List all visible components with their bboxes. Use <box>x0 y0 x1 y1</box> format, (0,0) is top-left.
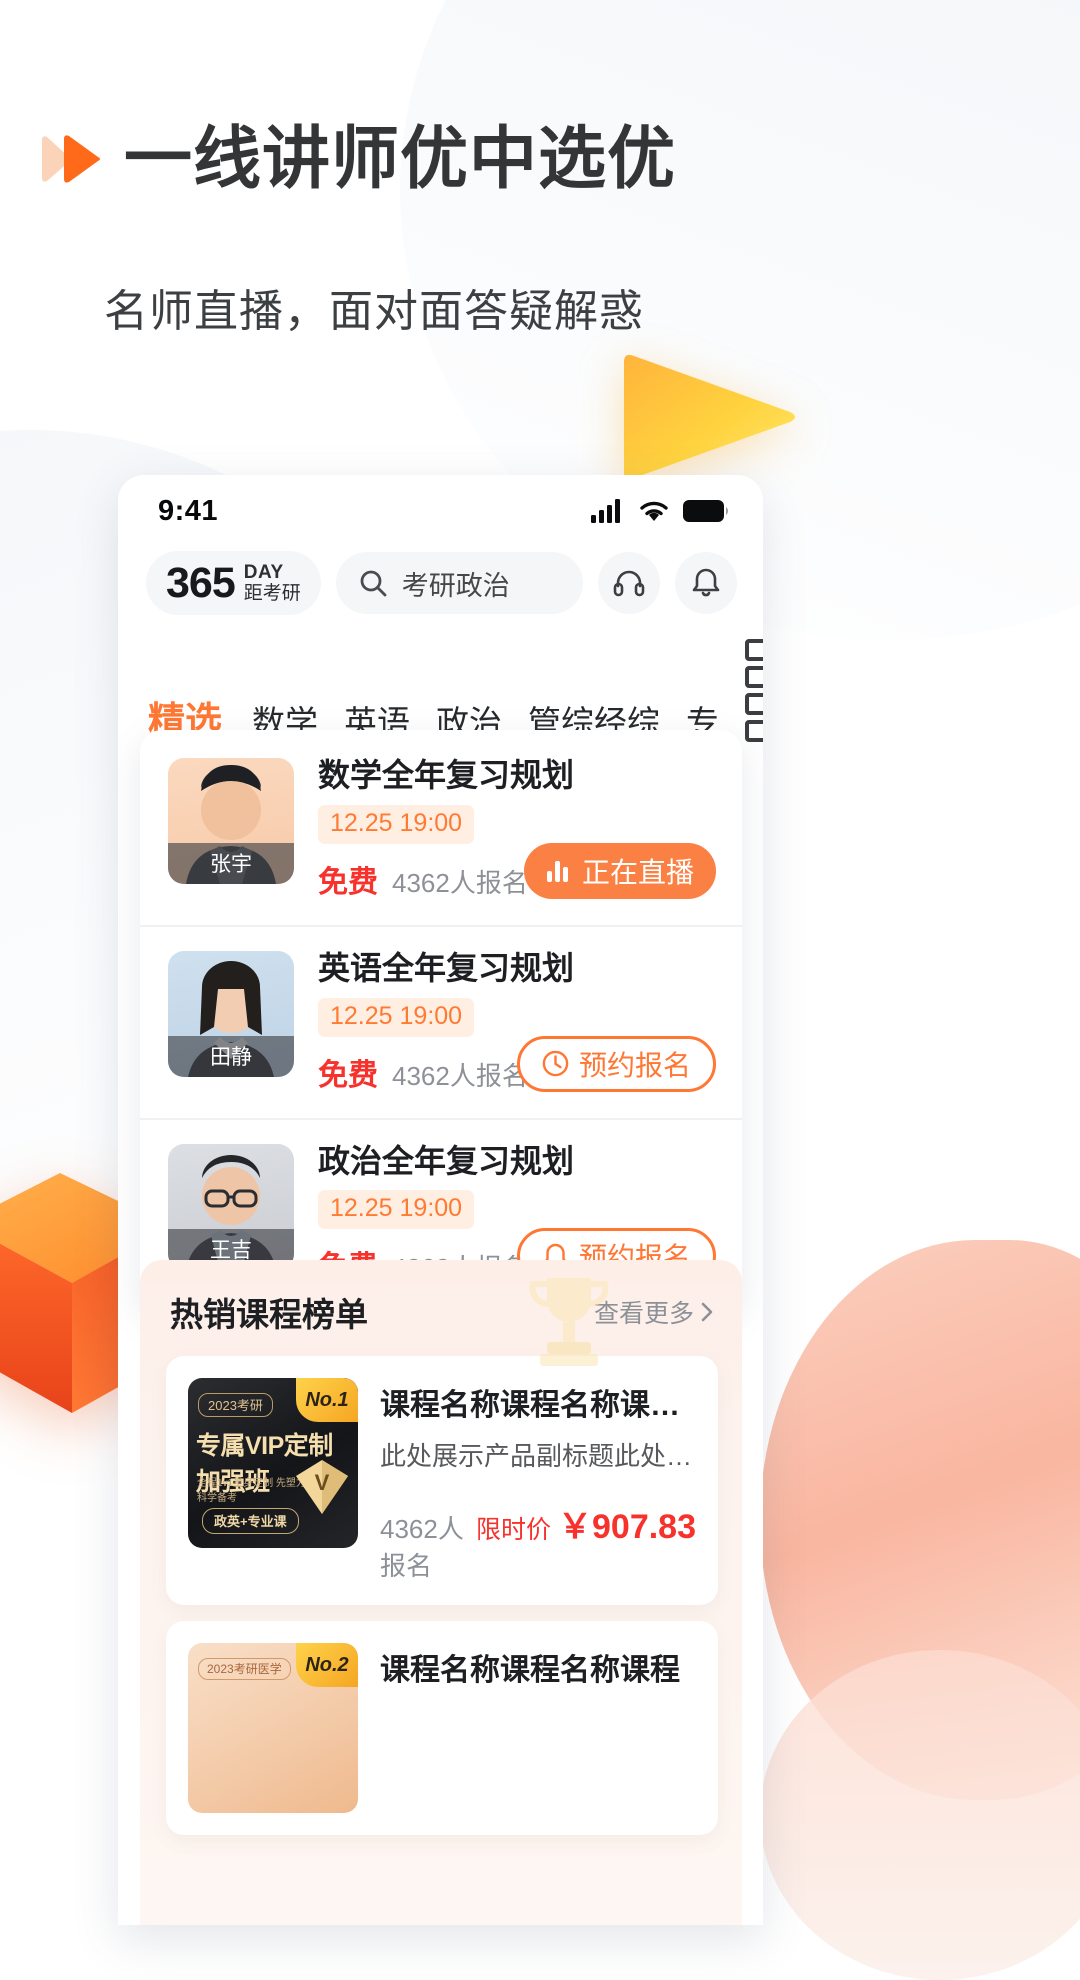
product-thumbnail: No.2 2023考研医学 <box>188 1643 358 1813</box>
countdown-days: 365 <box>166 562 235 605</box>
countdown-badge[interactable]: 365 DAY 距考研 <box>146 551 321 615</box>
course-time: 12.25 19:00 <box>318 805 474 844</box>
product-thumbnail: No.1 2023考研 专属VIP定制加强班 全程1v1量身定制 先塑力高科学备… <box>188 1378 358 1548</box>
course-signups: 4362人报名 <box>392 1056 528 1093</box>
bell-icon <box>690 566 722 600</box>
product-subtitle: 此处展示产品副标题此处展示产品副 ... <box>380 1436 696 1473</box>
grid-square <box>745 693 763 715</box>
product-price-symbol: ￥ <box>558 1508 592 1546</box>
background-blob-pink-lower <box>760 1650 1080 1980</box>
vip-diamond-icon: V <box>292 1454 352 1524</box>
notifications-button[interactable] <box>675 552 737 614</box>
search-row: 365 DAY 距考研 考研政治 <box>118 537 763 625</box>
search-icon <box>358 568 388 598</box>
live-bars-icon <box>546 859 572 883</box>
course-price: 免费 <box>318 857 378 901</box>
teacher-name: 田静 <box>168 1036 294 1077</box>
product-rank-badge: No.2 <box>305 1654 348 1677</box>
avatar: 田静 <box>168 951 294 1077</box>
book-button[interactable]: 预约报名 <box>517 1036 716 1092</box>
teacher-name: 张宇 <box>168 843 294 884</box>
course-time: 12.25 19:00 <box>318 998 474 1037</box>
book-label: 预约报名 <box>579 1044 691 1084</box>
course-time: 12.25 19:00 <box>318 1190 474 1229</box>
avatar: 王吉 <box>168 1144 294 1270</box>
live-course-card: 张宇 数学全年复习规划 12.25 19:00 免费 4362人报名 正在直播 <box>140 730 742 1312</box>
svg-text:V: V <box>315 1470 330 1495</box>
countdown-unit: DAY <box>244 562 301 583</box>
status-icons <box>591 499 729 523</box>
live-now-label: 正在直播 <box>582 851 694 891</box>
live-course-row[interactable]: 田静 英语全年复习规划 12.25 19:00 免费 4362人报名 预约报名 <box>140 925 742 1118</box>
product-thumb-tag: 政英+专业课 <box>214 1514 287 1529</box>
grid-square <box>745 666 763 688</box>
chevron-right-icon <box>698 1300 716 1324</box>
status-time: 9:41 <box>158 495 218 528</box>
course-price: 免费 <box>318 1050 378 1094</box>
phone-mockup: 9:41 <box>118 475 763 1925</box>
customer-service-button[interactable] <box>598 552 660 614</box>
course-title: 英语全年复习规划 <box>318 951 716 987</box>
cellular-signal-icon <box>591 499 625 523</box>
product-rank-badge: No.1 <box>305 1389 348 1412</box>
product-thumb-year: 2023考研 <box>208 1398 263 1413</box>
grid-menu-icon[interactable] <box>745 639 763 760</box>
play-triangle-icon <box>40 134 102 184</box>
course-title: 数学全年复习规划 <box>318 758 716 794</box>
hero-headline: 一线讲师优中选优 <box>40 125 676 193</box>
hot-sale-title: 热销课程榜单 <box>170 1288 368 1336</box>
course-signups: 4362人报名 <box>392 863 528 900</box>
product-price-value: 907.83 <box>592 1508 696 1546</box>
product-price: 限时价 ￥907.83 <box>476 1499 696 1548</box>
page-title: 一线讲师优中选优 <box>124 125 676 193</box>
grid-square <box>745 720 763 742</box>
product-thumb-year: 2023考研医学 <box>207 1662 282 1676</box>
product-title: 课程名称课程名称课程 <box>380 1645 696 1689</box>
avatar: 张宇 <box>168 758 294 884</box>
yellow-play-triangle-icon <box>618 352 798 482</box>
product-card[interactable]: No.2 2023考研医学 课程名称课程名称课程 <box>166 1621 718 1835</box>
search-value: 考研政治 <box>402 564 510 603</box>
search-input[interactable]: 考研政治 <box>336 552 583 614</box>
live-course-row[interactable]: 张宇 数学全年复习规划 12.25 19:00 免费 4362人报名 正在直播 <box>140 734 742 925</box>
grid-square <box>745 639 763 661</box>
product-signups: 4362人报名 <box>380 1509 476 1583</box>
hot-sale-header: 热销课程榜单 查看更多 <box>140 1260 742 1336</box>
page-subtitle: 名师直播，面对面答疑解惑 <box>104 275 644 339</box>
hot-sale-section: 热销课程榜单 查看更多 No.1 <box>140 1260 742 1925</box>
battery-icon <box>683 499 729 523</box>
countdown-label: 距考研 <box>244 583 301 604</box>
status-bar: 9:41 <box>118 475 763 537</box>
product-card[interactable]: No.1 2023考研 专属VIP定制加强班 全程1v1量身定制 先塑力高科学备… <box>166 1356 718 1605</box>
live-now-button[interactable]: 正在直播 <box>524 843 716 899</box>
course-title: 政治全年复习规划 <box>318 1144 716 1180</box>
trophy-icon <box>514 1268 624 1372</box>
product-price-label: 限时价 <box>476 1516 551 1544</box>
phone-header: 9:41 <box>118 475 763 764</box>
headset-icon <box>612 566 646 600</box>
wifi-icon <box>638 499 670 523</box>
product-title: 课程名称课程名称课程名称... <box>380 1380 696 1424</box>
clock-icon <box>542 1050 569 1077</box>
